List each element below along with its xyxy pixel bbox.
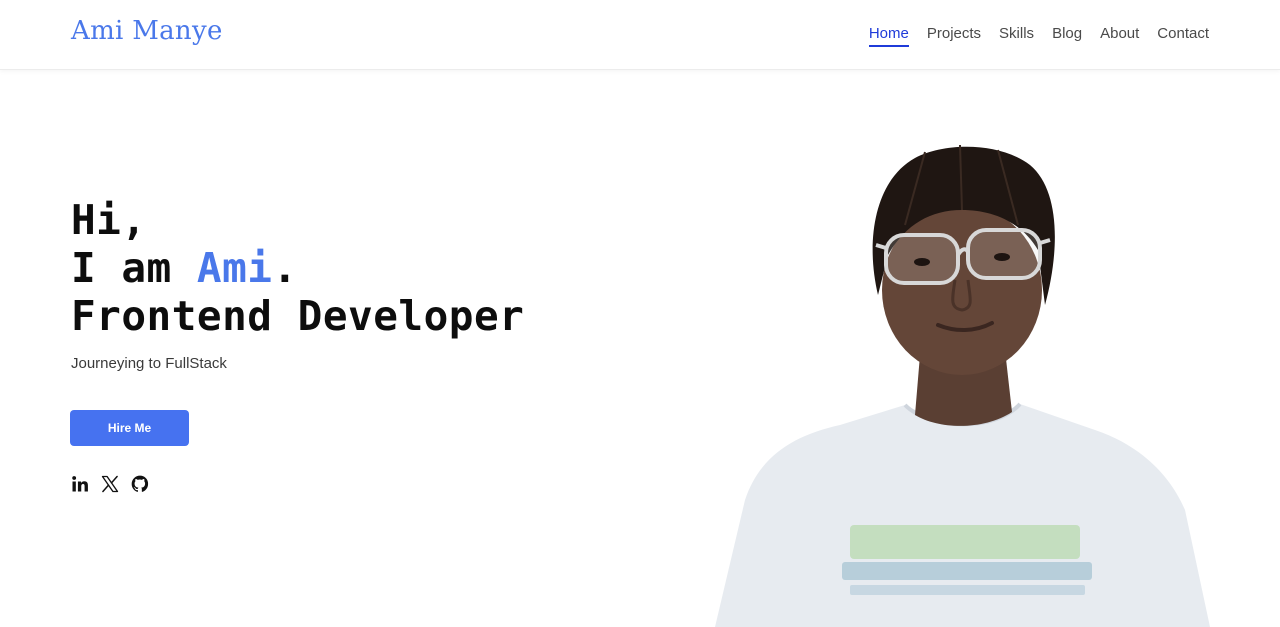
social-links: [70, 474, 150, 494]
linkedin-icon: [72, 476, 88, 492]
github-icon: [131, 475, 149, 492]
hero-role: Frontend Developer: [71, 292, 525, 340]
nav-contact[interactable]: Contact: [1157, 25, 1209, 47]
x-icon: [101, 475, 119, 493]
nav-skills[interactable]: Skills: [999, 25, 1034, 47]
navbar: Ami Manye Home Projects Skills Blog Abou…: [0, 0, 1280, 70]
x-link[interactable]: [100, 474, 120, 494]
nav-projects[interactable]: Projects: [927, 25, 981, 47]
hero-subtitle: Journeying to FullStack: [71, 355, 227, 372]
brand-logo[interactable]: Ami Manye: [71, 16, 223, 46]
hire-me-button[interactable]: Hire Me: [70, 410, 189, 446]
nav-about[interactable]: About: [1100, 25, 1139, 47]
nav-links: Home Projects Skills Blog About Contact: [868, 25, 1209, 47]
hero-name: Ami: [196, 244, 273, 292]
hero-heading: Hi, I am Ami. Frontend Developer: [71, 196, 524, 340]
hero-greeting: Hi,: [71, 196, 147, 244]
linkedin-link[interactable]: [70, 474, 90, 494]
github-link[interactable]: [130, 474, 150, 494]
hero-intro-suffix: .: [272, 244, 298, 292]
nav-blog[interactable]: Blog: [1052, 25, 1082, 47]
profile-portrait: [715, 144, 1210, 627]
hero-intro-prefix: I am: [71, 244, 197, 292]
nav-home[interactable]: Home: [868, 25, 909, 47]
